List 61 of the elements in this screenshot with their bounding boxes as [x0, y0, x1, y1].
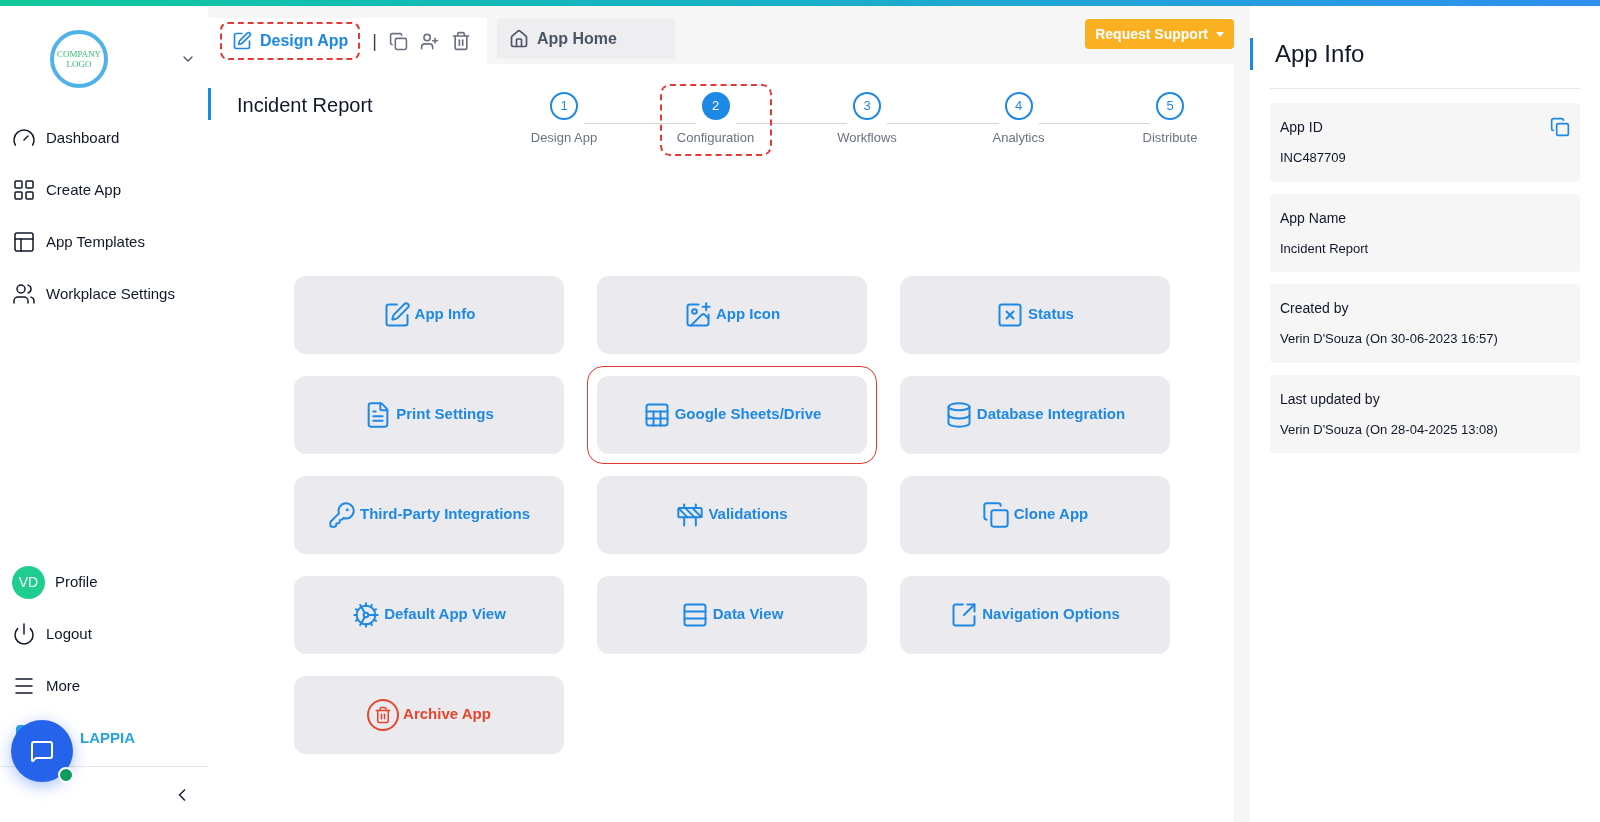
- nav-item[interactable]: App Templates: [12, 222, 196, 262]
- power-icon: [12, 622, 36, 646]
- config-card[interactable]: App Icon: [597, 275, 867, 354]
- edit-icon: [232, 31, 252, 51]
- nav-item[interactable]: Logout: [12, 614, 196, 654]
- request-support-button[interactable]: Request Support: [1085, 19, 1234, 49]
- field-value: Verin D'Souza (On 30-06-2023 16:57): [1280, 330, 1498, 348]
- chat-icon: [30, 739, 54, 763]
- app-home-tab[interactable]: App Home: [497, 19, 675, 59]
- config-card[interactable]: Data View: [597, 575, 867, 654]
- config-card[interactable]: Status: [900, 275, 1170, 354]
- add-user-icon[interactable]: [420, 31, 439, 51]
- config-card[interactable]: Google Sheets/Drive: [597, 375, 867, 454]
- home-icon: [509, 29, 529, 49]
- grid-plus-icon: [12, 178, 36, 202]
- field-label: Created by: [1280, 299, 1350, 318]
- config-card[interactable]: Navigation Options: [900, 575, 1170, 654]
- config-card[interactable]: Database Integration: [900, 375, 1170, 454]
- stepper-step[interactable]: 4 Analytics: [962, 84, 1075, 156]
- gear-icon: [352, 600, 381, 629]
- company-logo: COMPANY LOGO: [50, 30, 108, 88]
- config-card[interactable]: App Info: [294, 275, 564, 354]
- chat-button[interactable]: [11, 720, 73, 782]
- layout-icon: [12, 230, 36, 254]
- config-card[interactable]: Archive App: [294, 675, 564, 754]
- stepper-step[interactable]: 2 Configuration: [659, 84, 772, 156]
- field-label: App ID: [1280, 118, 1324, 137]
- panel-title: App Info: [1275, 39, 1365, 69]
- config-card[interactable]: Third-Party Integrations: [294, 475, 564, 554]
- field-value: Verin D'Souza (On 28-04-2025 13:08): [1280, 420, 1498, 439]
- config-card[interactable]: Clone App: [900, 475, 1170, 554]
- external-link-icon: [950, 600, 979, 629]
- config-card[interactable]: Print Settings: [294, 375, 564, 454]
- design-app-tab[interactable]: Design App: [220, 22, 361, 60]
- nav-item[interactable]: More: [12, 666, 196, 706]
- stepper-step[interactable]: 1 Design App: [508, 84, 620, 156]
- field-value: INC487709: [1280, 149, 1346, 167]
- field-label: App Name: [1280, 208, 1348, 228]
- field-value: Incident Report: [1280, 239, 1369, 258]
- page-title: Incident Report: [237, 93, 373, 118]
- field-label: Last updated by: [1280, 389, 1381, 409]
- config-card[interactable]: Validations: [597, 475, 867, 554]
- nav-item[interactable]: Workplace Settings: [12, 274, 196, 314]
- profile-item[interactable]: VD Profile: [12, 562, 196, 602]
- caret-icon: [1216, 31, 1224, 37]
- people-icon: [12, 282, 36, 306]
- trash-icon: [367, 698, 400, 731]
- brand-name: LAPPIA: [80, 727, 135, 748]
- stepper-step[interactable]: 3 Workflows: [811, 84, 923, 156]
- avatar: VD: [12, 565, 45, 599]
- nav-item[interactable]: Dashboard: [12, 118, 196, 158]
- separator: |: [372, 29, 377, 53]
- config-card[interactable]: Default App View: [294, 575, 564, 654]
- trash-icon[interactable]: [451, 31, 471, 51]
- online-status-icon: [58, 767, 74, 783]
- copy-icon: [981, 500, 1010, 529]
- copy-icon[interactable]: [1550, 117, 1570, 137]
- nav-item[interactable]: Create App: [12, 170, 196, 210]
- stepper-step[interactable]: 5 Distribute: [1114, 84, 1226, 156]
- key-icon: [328, 500, 356, 529]
- copy-icon[interactable]: [389, 31, 408, 51]
